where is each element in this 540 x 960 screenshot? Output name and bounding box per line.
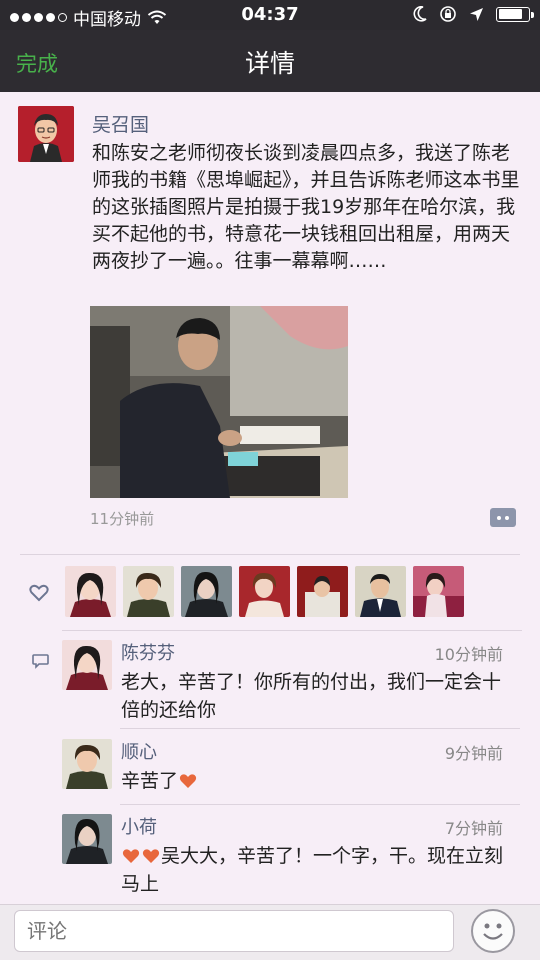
comment-time: 7分钟前 <box>444 819 503 838</box>
author-name[interactable]: 吴召国 <box>92 110 149 137</box>
heart-emoji-icon <box>122 849 140 863</box>
like-avatar[interactable] <box>413 566 464 617</box>
comment-item: 小荷 7分钟前 吴大大，辛苦了！一个字，干。现在立刻马上 <box>0 810 540 900</box>
post-photo[interactable] <box>90 306 348 498</box>
divider <box>20 554 520 555</box>
heart-icon <box>29 584 49 602</box>
divider <box>120 804 520 805</box>
post-text: 和陈安之老师彻夜长谈到凌晨四点多，我送了陈老师我的书籍《思埠崛起》，并且告诉陈老… <box>92 142 520 272</box>
like-avatar[interactable] <box>181 566 232 617</box>
comment-item: 陈芬芬 10分钟前 老大，辛苦了！你所有的付出，我们一定会十倍的还给你 <box>0 636 540 721</box>
likes-section <box>0 562 540 626</box>
comment-input-bar <box>0 904 540 960</box>
post-time: 11分钟前 <box>90 510 155 528</box>
moon-icon <box>413 6 427 22</box>
like-avatar[interactable] <box>297 566 348 617</box>
like-avatar[interactable] <box>239 566 290 617</box>
heart-emoji-icon <box>179 774 197 788</box>
comment-text: 吴大大，辛苦了！一个字，干。现在立刻马上 <box>121 842 511 898</box>
battery-level <box>498 9 523 19</box>
author-avatar-illustration <box>18 106 74 162</box>
comment-time: 9分钟前 <box>444 744 503 763</box>
commenter-name[interactable]: 陈芬芬 <box>121 639 175 665</box>
comment-text: 老大，辛苦了！你所有的付出，我们一定会十倍的还给你 <box>121 671 502 721</box>
comment-input[interactable] <box>14 910 454 952</box>
nav-bar: 完成 详情 <box>0 30 540 92</box>
comment-text-part: 辛苦了 <box>121 770 179 792</box>
divider <box>62 630 522 631</box>
moment-detail: 吴召国 和陈安之老师彻夜长谈到凌晨四点多，我送了陈老师我的书籍《思埠崛起》，并且… <box>0 92 540 904</box>
comment-item: 顺心 9分钟前 辛苦了 <box>0 735 540 803</box>
comment-text: 辛苦了 <box>121 767 511 795</box>
commenter-name[interactable]: 小荷 <box>121 813 157 839</box>
heart-emoji-icon <box>142 849 160 863</box>
location-arrow-icon <box>470 7 483 21</box>
status-bar: 中国移动 04:37 <box>0 0 540 30</box>
emoji-button[interactable] <box>471 909 515 953</box>
comment-action-icon[interactable] <box>490 508 516 527</box>
like-avatar-list <box>65 566 464 617</box>
commenter-avatar[interactable] <box>62 814 112 864</box>
divider <box>120 728 520 729</box>
comment-bubble-icon <box>32 654 49 669</box>
commenter-name[interactable]: 顺心 <box>121 738 157 764</box>
rotation-lock-icon <box>440 6 456 22</box>
commenter-avatar[interactable] <box>62 739 112 789</box>
commenter-avatar[interactable] <box>62 640 112 690</box>
comment-time: 10分钟前 <box>434 645 503 664</box>
smiley-face-icon <box>483 923 503 940</box>
page-title: 详情 <box>244 49 295 78</box>
like-avatar[interactable] <box>123 566 174 617</box>
battery-icon <box>496 6 534 22</box>
post-photo-image <box>90 306 348 498</box>
comment-text-part: 吴大大，辛苦了！一个字，干。现在立刻马上 <box>121 845 504 895</box>
status-icons <box>413 5 534 23</box>
author-avatar[interactable] <box>18 106 74 162</box>
like-avatar[interactable] <box>65 566 116 617</box>
like-avatar[interactable] <box>355 566 406 617</box>
